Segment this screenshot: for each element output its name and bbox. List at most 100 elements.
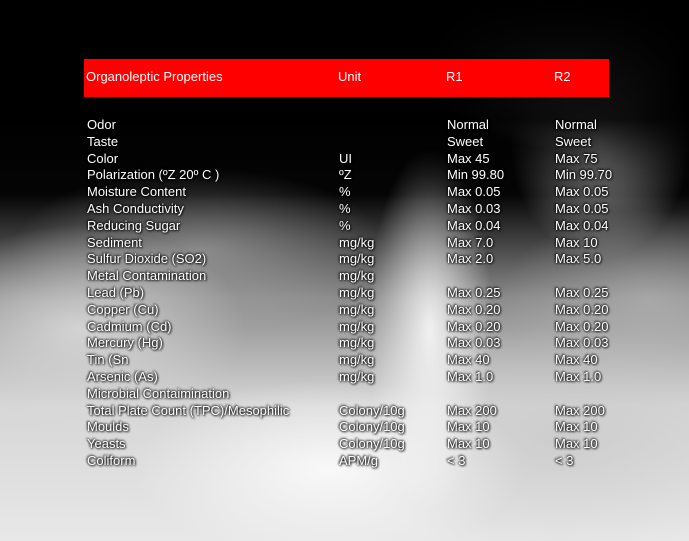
cell-unit: mg/kg: [339, 318, 375, 334]
cell-property: Microbial Contaimination: [87, 385, 230, 401]
cell-property: Taste: [87, 133, 119, 149]
cell-r2: Max 10: [555, 419, 598, 435]
cell-r2: Max 5.0: [555, 251, 602, 267]
cell-r1: Max 45: [447, 150, 490, 166]
cell-r1: Normal: [447, 117, 489, 132]
table-row: Metal Contamination mg/kg: [0, 268, 689, 285]
cell-property: Sulfur Dioxide (SO2): [87, 251, 207, 267]
table-row: Microbial Contaimination: [0, 386, 689, 403]
cell-unit: APM/g: [339, 452, 379, 468]
cell-r2: Max 0.20: [555, 301, 609, 317]
cell-r2: Normal: [555, 117, 597, 132]
cell-r1: Sweet: [447, 133, 484, 149]
cell-r1: Max 1.0: [447, 368, 494, 384]
table-row: Mercury (Hg) mg/kg Max 0.03 Max 0.03: [0, 335, 689, 352]
cell-r2: Max 0.05: [555, 184, 609, 200]
cell-unit: UI: [339, 150, 352, 166]
table-row: Cadmium (Cd) mg/kg Max 0.20 Max 0.20: [0, 319, 689, 336]
cell-r2: Max 0.03: [555, 335, 609, 351]
cell-property: Yeasts: [87, 436, 126, 452]
cell-r2: < 3: [555, 452, 574, 468]
table-row: Arsenic (As) mg/kg Max 1.0 Max 1.0: [0, 369, 689, 386]
cell-unit: Colony/10g: [339, 402, 405, 418]
header-r1: R1: [446, 69, 463, 84]
table-row: Moisture Content% Max 0.05 Max 0.05: [0, 184, 689, 201]
table-row: Odor Normal Normal: [0, 117, 689, 134]
table-row: Coliform APM/g < 3 < 3: [0, 453, 689, 470]
cell-r2: Max 0.20: [555, 318, 609, 334]
cell-r1: Max 0.25: [447, 284, 501, 300]
table-row: Yeasts Colony/10g Max 10 Max 10: [0, 436, 689, 453]
cell-property: Reducing Sugar: [87, 217, 181, 233]
table-row: Taste Sweet Sweet: [0, 134, 689, 151]
cell-r2: Max 0.05: [555, 200, 609, 216]
cell-r2: Max 40: [555, 352, 598, 368]
cell-property: Arsenic (As): [87, 368, 158, 384]
cell-r2: Min 99.70: [555, 167, 613, 183]
cell-r2: Max 10: [555, 234, 598, 250]
table-row: Lead (Pb) mg/kg Max 0.25 Max 0.25: [0, 285, 689, 302]
cell-r1: Max 0.04: [447, 217, 501, 233]
cell-property: Mercury (Hg): [87, 335, 163, 351]
table-header-bar: Organoleptic Properties Unit R1 R2: [84, 59, 609, 97]
cell-unit: mg/kg: [339, 251, 375, 267]
cell-unit: mg/kg: [339, 335, 375, 351]
cell-property: Cadmium (Cd): [87, 318, 172, 334]
cell-r2: Max 0.25: [555, 284, 609, 300]
cell-property: Total Plate Count (TPC)/Mesophilic: [87, 402, 290, 418]
header-property: Organoleptic Properties: [86, 69, 223, 84]
cell-r2: Max 200: [555, 402, 605, 418]
cell-r1: Max 0.20: [447, 301, 501, 317]
cell-property: Color: [87, 150, 119, 166]
table-row: Sulfur Dioxide (SO2) mg/kg Max 2.0 Max 5.0: [0, 251, 689, 268]
table-row: Copper (Cu) mg/kg Max 0.20 Max 0.20: [0, 302, 689, 319]
cell-property: Sediment: [87, 234, 142, 250]
cell-r1: Max 200: [447, 402, 497, 418]
cell-r2: Max 10: [555, 436, 598, 452]
cell-r1: Max 10: [447, 419, 490, 435]
cell-r1: Max 0.05: [447, 184, 501, 200]
table-row: Polarization (ºZ 20º C ) ºZ Min 99.80 Min 9…: [0, 167, 689, 184]
cell-r1: Max 10: [447, 436, 490, 452]
cell-property: Moisture Content: [87, 184, 186, 200]
cell-property: Tin (Sn: [87, 352, 129, 368]
header-unit: Unit: [338, 69, 362, 84]
cell-unit: mg/kg: [339, 352, 375, 368]
cell-r2: Max 1.0: [555, 368, 602, 384]
cell-unit: ºZ: [339, 167, 352, 183]
table-row: Sediment mg/kg Max 7.0 Max 10: [0, 235, 689, 252]
table-row: Total Plate Count (TPC)/Mesophilic Colony…: [0, 403, 689, 420]
cell-r1: < 3: [447, 452, 466, 468]
table-row: Reducing Sugar% Max 0.04 Max 0.04: [0, 218, 689, 235]
cell-unit: mg/kg: [339, 234, 375, 250]
cell-r1: Max 0.20: [447, 318, 501, 334]
cell-r1: Max 0.03: [447, 335, 501, 351]
table-row: Moulds Colony/10g Max 10 Max 10: [0, 419, 689, 436]
cell-r1: Min 99.80: [447, 167, 505, 183]
cell-unit: Colony/10g: [339, 419, 405, 435]
cell-r1: Max 40: [447, 352, 490, 368]
cell-r2: Max 75: [555, 150, 598, 166]
cell-r1: Max 0.03: [447, 200, 501, 216]
cell-r1: Max 7.0: [447, 234, 494, 250]
cell-r2: Max 0.04: [555, 217, 609, 233]
cell-unit: %: [339, 184, 351, 200]
spec-table-body: Odor Normal Normal Taste Sweet Sweet Color UI Ma…: [0, 117, 689, 470]
cell-property: Polarization (ºZ 20º C ): [87, 167, 220, 183]
cell-property: Lead (Pb): [87, 284, 145, 300]
header-r2: R2: [554, 69, 571, 84]
cell-property: Coliform: [87, 452, 136, 468]
cell-unit: mg/kg: [339, 284, 375, 300]
cell-unit: %: [339, 200, 351, 216]
spec-sheet-page: Organoleptic Properties Unit R1 R2 Odor N…: [0, 0, 689, 541]
cell-unit: Colony/10g: [339, 436, 405, 452]
cell-property: Metal Contamination: [87, 268, 207, 284]
cell-unit: %: [339, 217, 351, 233]
cell-property: Odor: [87, 117, 116, 132]
cell-unit: mg/kg: [339, 368, 375, 384]
cell-property: Ash Conductivity: [87, 200, 184, 216]
cell-r1: Max 2.0: [447, 251, 494, 267]
cell-r2: Sweet: [555, 133, 592, 149]
table-row: Tin (Sn mg/kg Max 40 Max 40: [0, 352, 689, 369]
cell-property: Moulds: [87, 419, 129, 435]
